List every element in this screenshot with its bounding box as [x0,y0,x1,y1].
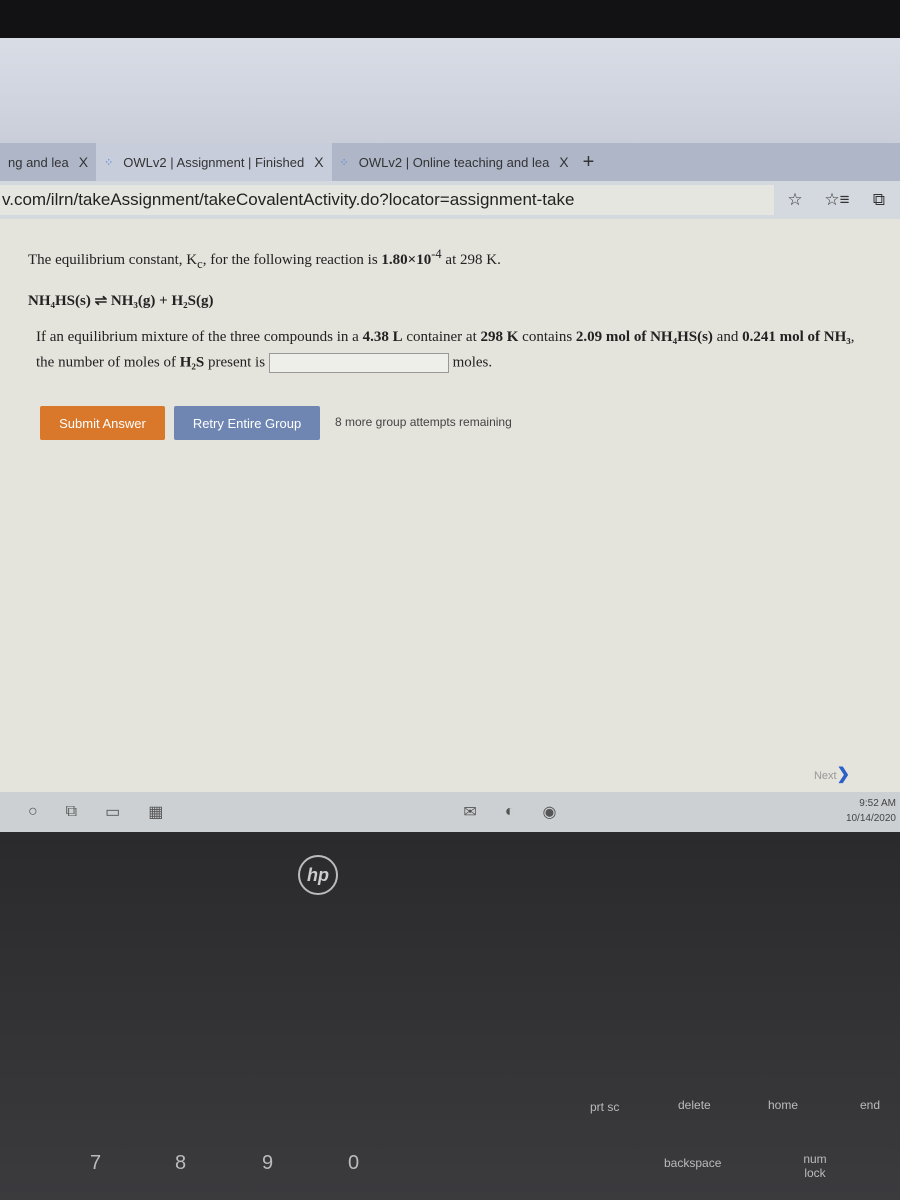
close-icon[interactable]: X [314,154,323,170]
unit-label: moles. [452,354,493,371]
browser-window-top [0,38,900,143]
date: 10/14/2020 [845,813,896,824]
key-7: 7 [90,1152,102,1174]
text: container at [402,329,481,345]
store-icon[interactable]: ▦ [148,802,163,822]
text: , [850,329,855,345]
key-prtsc: prt sc [590,1100,620,1114]
key-backspace: backspace [664,1156,722,1170]
hp-logo: hp [298,855,338,895]
key-9: 9 [262,1152,274,1174]
key-0: 0 [348,1152,360,1174]
close-icon[interactable]: X [559,154,568,170]
close-icon[interactable]: X [79,154,88,170]
answer-input[interactable] [268,353,449,373]
key-8: 8 [175,1152,187,1174]
moles-nh3: 0.241 mol of NH₃ [742,329,851,345]
text: present is [204,354,266,371]
next-label: Next [813,770,837,782]
text: contains [518,329,576,345]
attempts-remaining: 8 more group attempts remaining [335,415,512,429]
new-tab-button[interactable]: + [583,151,595,174]
tab-3[interactable]: ⁘ OWLv2 | Online teaching and lea X [332,143,577,181]
reaction-equation: NH₄HS(s) ⇌ NH₃(g) + H₂S(g) [28,293,214,309]
key-numlock: num lock [803,1152,827,1180]
time: 9:52 AM [859,798,896,809]
text: at 298 K. [441,252,501,268]
loading-icon: ⁘ [104,156,114,169]
loading-icon: ⁘ [339,156,349,169]
volume: 4.38 L [362,329,403,345]
key-home: home [768,1098,799,1112]
tab-label: OWLv2 | Assignment | Finished [123,154,305,170]
text: , for the following reaction is [202,252,382,268]
edge-icon[interactable]: ◐ [505,803,515,821]
next-button[interactable]: Next❯ [814,764,850,784]
address-bar[interactable]: v.com/ilrn/takeAssignment/takeCovalentAc… [0,185,774,215]
address-bar-row: v.com/ilrn/takeAssignment/takeCovalentAc… [0,181,900,219]
text: If an equilibrium mixture of the three c… [36,329,363,345]
chevron-right-icon: ❯ [836,766,850,783]
retry-group-button[interactable]: Retry Entire Group [174,406,320,440]
text: and [712,329,743,345]
question-line-1: If an equilibrium mixture of the three c… [36,329,855,346]
k-exponent: -4 [431,247,442,261]
collections-icon[interactable]: ⧉ [858,190,900,210]
tab-bar: ng and lea X ⁘ OWLv2 | Assignment | Finish… [0,143,900,181]
chrome-icon[interactable]: ◉ [542,802,556,822]
key-end: end [860,1098,881,1112]
text: the number of moles of [36,354,180,371]
star-icon[interactable]: ☆ [774,190,816,210]
system-clock[interactable]: 9:52 AM 10/14/2020 [846,796,896,826]
file-explorer-icon[interactable]: ▭ [105,802,120,822]
tab-label: ng and lea [8,154,69,170]
search-icon[interactable]: ○ [28,803,38,821]
task-view-icon[interactable]: ⧉ [66,803,77,821]
tab-1[interactable]: ng and lea X [0,143,96,181]
tab-2[interactable]: ⁘ OWLv2 | Assignment | Finished X [96,143,332,181]
screen-bezel [0,0,900,38]
taskbar: ○ ⧉ ▭ ▦ ✉ ◐ ◉ 9:52 AM 10/14/2020 [0,792,900,832]
laptop-body [0,832,900,1200]
favorites-icon[interactable]: ☆≡ [816,190,858,210]
question-intro: The equilibrium constant, Kc, for the fo… [28,247,501,272]
key-delete: delete [678,1098,711,1112]
assignment-content: The equilibrium constant, Kc, for the fo… [0,219,900,792]
submit-answer-button[interactable]: Submit Answer [40,406,165,440]
question-line-2: the number of moles of H₂S present is mo… [36,353,492,373]
k-value: 1.80×10 [381,252,432,268]
h2s: H₂S [179,354,205,371]
moles-nh4hs: 2.09 mol of NH₄HS(s) [575,329,713,345]
text: The equilibrium constant, K [28,252,198,268]
mail-icon[interactable]: ✉ [463,802,476,822]
temperature: 298 K [480,329,519,345]
tab-label: OWLv2 | Online teaching and lea [358,154,550,170]
